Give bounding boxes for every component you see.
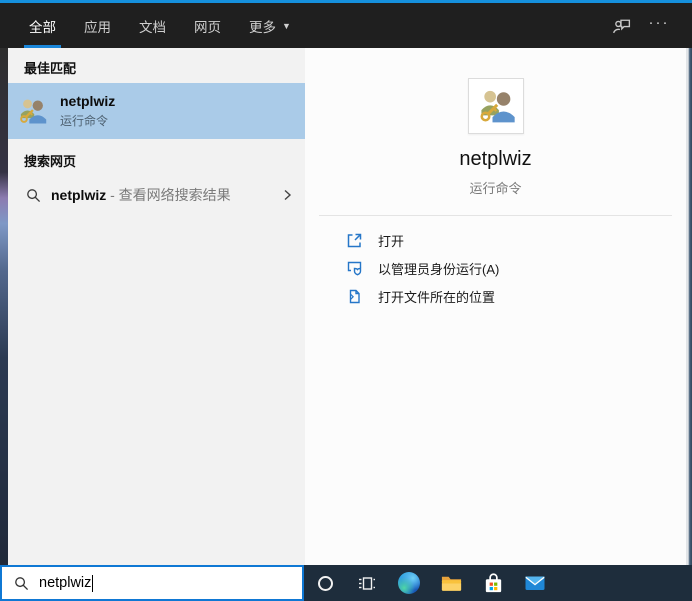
- best-match-subtitle: 运行命令: [60, 114, 109, 128]
- action-open-file-location-label: 打开文件所在的位置: [378, 289, 496, 305]
- tab-documents[interactable]: 文档: [134, 3, 171, 48]
- web-search-suffix: - 查看网络搜索结果: [106, 187, 231, 203]
- user-feedback-icon[interactable]: [610, 15, 632, 37]
- preview-title: netplwiz: [459, 148, 532, 170]
- search-header: 全部 应用 文档 网页 更多 ▼ ···: [0, 3, 692, 48]
- chevron-down-icon: ▼: [282, 20, 291, 31]
- tab-all-label: 全部: [29, 19, 56, 35]
- task-view-icon: [358, 576, 375, 590]
- web-search-query: netplwiz: [51, 187, 107, 203]
- search-filter-tabs: 全部 应用 文档 网页 更多 ▼: [24, 3, 296, 48]
- ellipsis-icon: ···: [648, 13, 670, 31]
- preview-divider: [319, 215, 672, 216]
- taskbar-search-input[interactable]: netplwiz: [0, 565, 304, 601]
- tab-more-label: 更多: [249, 19, 276, 35]
- preview-icon-box: [467, 78, 524, 134]
- tab-apps[interactable]: 应用: [79, 3, 116, 48]
- run-as-admin-icon: [347, 261, 362, 275]
- best-match-title: netplwiz: [60, 93, 116, 109]
- taskbar: netplwiz: [0, 565, 692, 601]
- file-explorer-icon: [441, 576, 461, 591]
- more-options-button[interactable]: ···: [648, 15, 670, 37]
- mail-button[interactable]: [514, 565, 556, 601]
- best-match-text: netplwiz 运行命令: [60, 93, 115, 129]
- mail-icon: [525, 576, 545, 590]
- web-search-section-title: 搜索网页: [24, 154, 77, 169]
- tab-all[interactable]: 全部: [24, 3, 61, 48]
- edge-icon: [398, 572, 420, 594]
- action-open[interactable]: 打开: [305, 226, 686, 254]
- open-file-location-icon: [349, 289, 360, 303]
- preview-actions: 打开 以管理员身份运行(A) 打开文件所在的位置: [305, 226, 686, 310]
- cortana-icon: [317, 575, 333, 591]
- store-icon: [485, 572, 501, 592]
- desktop-wallpaper-edge: [0, 48, 8, 565]
- best-match-section-title: 最佳匹配: [24, 61, 77, 76]
- screen-right-edge: [686, 48, 692, 565]
- taskbar-icons: [304, 565, 692, 601]
- best-match-result-netplwiz[interactable]: netplwiz 运行命令: [8, 83, 305, 139]
- open-icon: [347, 233, 362, 247]
- search-flyout-body: 最佳匹配 netplwiz 运行命令 搜索网页 netplwiz - 查看网络搜…: [0, 48, 692, 565]
- preview-subtitle: 运行命令: [469, 181, 522, 196]
- search-icon: [27, 188, 41, 202]
- action-run-as-admin-label: 以管理员身份运行(A): [378, 261, 500, 277]
- tab-documents-label: 文档: [139, 19, 166, 35]
- user-accounts-icon: [479, 90, 515, 123]
- task-view-button[interactable]: [346, 565, 388, 601]
- search-icon: [15, 576, 29, 590]
- action-open-file-location[interactable]: 打开文件所在的位置: [305, 282, 686, 310]
- results-panel: 最佳匹配 netplwiz 运行命令 搜索网页 netplwiz - 查看网络搜…: [8, 48, 305, 565]
- preview-panel: netplwiz 运行命令 打开 以管理员身份运行(A) 打开文件所在的位置: [305, 48, 686, 565]
- web-search-text: netplwiz - 查看网络搜索结果: [51, 185, 231, 205]
- tab-web-label: 网页: [194, 19, 221, 35]
- web-search-result[interactable]: netplwiz - 查看网络搜索结果: [8, 176, 305, 214]
- text-cursor: [92, 574, 94, 592]
- header-actions: ···: [610, 3, 670, 48]
- tab-more[interactable]: 更多 ▼: [244, 3, 296, 48]
- file-explorer-button[interactable]: [430, 565, 472, 601]
- chevron-right-icon[interactable]: [281, 189, 293, 201]
- search-input-value: netplwiz: [39, 575, 92, 591]
- tab-apps-label: 应用: [84, 19, 111, 35]
- cortana-button[interactable]: [304, 565, 346, 601]
- user-accounts-icon: [20, 99, 47, 124]
- store-button[interactable]: [472, 565, 514, 601]
- action-open-label: 打开: [378, 233, 405, 249]
- tab-web[interactable]: 网页: [189, 3, 226, 48]
- action-run-as-admin[interactable]: 以管理员身份运行(A): [305, 254, 686, 282]
- edge-button[interactable]: [388, 565, 430, 601]
